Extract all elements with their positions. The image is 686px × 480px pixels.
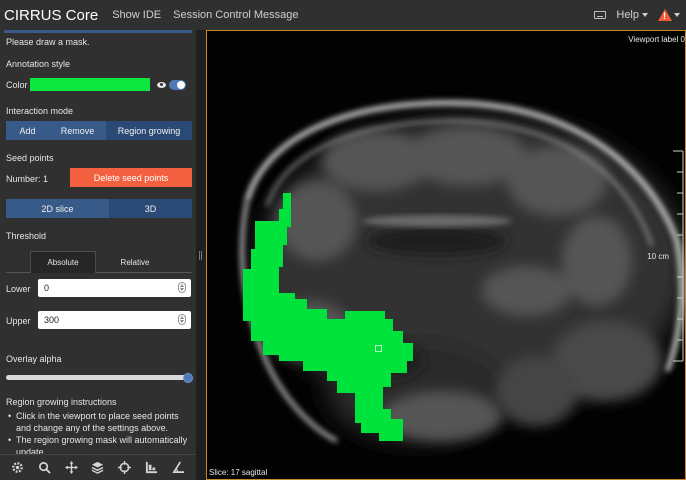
overlay-alpha-slider[interactable] [6,375,188,380]
lower-stepper[interactable] [178,282,186,293]
settings-icon[interactable] [9,460,25,476]
panel-splitter[interactable] [196,30,206,480]
tab-relative[interactable]: Relative [100,251,170,273]
slice-label: Slice: 17 sagittal [209,468,268,477]
angle-icon[interactable] [170,460,186,476]
tool-bar [0,454,196,480]
threshold-tabs: Absolute Relative [6,251,192,273]
sidebar: Please draw a mask. Annotation style Col… [0,30,196,454]
upper-value: 300 [44,315,60,325]
lower-label: Lower [6,284,31,294]
upper-threshold-input[interactable]: 300 [38,311,191,329]
overlay-alpha-heading: Overlay alpha [6,354,62,364]
lower-value: 0 [44,283,50,293]
help-menu[interactable]: Help [616,9,648,21]
viewport-label: Viewport label 0 [628,35,685,44]
3d-button[interactable]: 3D [109,199,192,218]
color-label: Color [6,80,28,90]
chevron-down-icon [674,13,680,17]
session-control-message-link[interactable]: Session Control Message [173,9,298,21]
seed-points-heading: Seed points [6,153,54,163]
show-ide-link[interactable]: Show IDE [112,9,161,21]
sidebar-accent-line [4,30,192,33]
instruction-item: The region growing mask will automatical… [6,434,192,454]
pan-icon[interactable] [63,460,79,476]
instructions-heading: Region growing instructions [6,397,117,407]
warning-menu[interactable]: ! [658,9,680,21]
upper-label: Upper [6,316,31,326]
remove-mode-button[interactable]: Remove [49,121,106,140]
overlay-alpha-slider-thumb[interactable] [183,373,193,383]
help-label: Help [616,9,639,21]
upper-stepper[interactable] [178,314,186,325]
crosshair-icon[interactable] [117,460,133,476]
visibility-toggle[interactable] [169,80,186,90]
annotation-style-heading: Annotation style [6,59,71,69]
seed-count: Number: 1 [6,174,49,184]
instructions-panel: Region growing instructions Click in the… [6,396,192,454]
top-right-controls: Help ! [594,0,680,30]
keyboard-icon[interactable] [594,11,607,19]
lower-threshold-input[interactable]: 0 [38,279,191,297]
add-mode-button[interactable]: Add [6,121,49,140]
mri-sagittal-image [207,31,685,479]
mask-prompt: Please draw a mask. [6,37,90,47]
threshold-heading: Threshold [6,231,47,241]
image-viewport[interactable]: Viewport label 0 10 cm Slice: 17 sagitta… [206,30,686,480]
ruler-icon[interactable] [144,460,160,476]
warning-icon: ! [658,9,672,21]
interaction-mode-heading: Interaction mode [6,106,74,116]
warning-badge: ! [663,11,666,21]
instruction-item: Click in the viewport to place seed poin… [6,410,192,434]
seed-point-marker[interactable] [375,345,382,352]
color-picker[interactable] [29,77,151,92]
top-bar: CIRRUS Core Show IDE Session Control Mes… [0,0,686,30]
eye-icon[interactable] [157,82,166,88]
chevron-down-icon [642,13,648,17]
app-title: CIRRUS Core [4,6,99,24]
region-growing-mode-button[interactable]: Region growing [106,121,192,140]
delete-seed-points-button[interactable]: Delete seed points [70,168,192,187]
2d-slice-button[interactable]: 2D slice [6,199,109,218]
app-window: CIRRUS Core Show IDE Session Control Mes… [0,0,686,480]
layers-icon[interactable] [90,460,106,476]
tab-absolute[interactable]: Absolute [30,251,96,273]
zoom-icon[interactable] [36,460,52,476]
scale-label: 10 cm [647,252,669,261]
drag-handle-icon[interactable] [199,251,202,260]
